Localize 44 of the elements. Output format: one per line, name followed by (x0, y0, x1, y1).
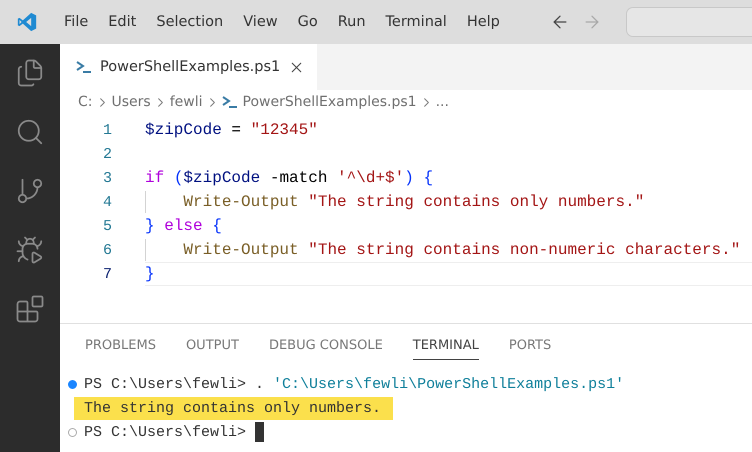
code-line: Write-Output "The string contains only numbers." (145, 190, 752, 214)
line-number: 7 (102, 266, 112, 282)
menu-item[interactable]: Edit (98, 8, 146, 36)
breadcrumb-item[interactable]: fewli (170, 94, 202, 110)
menu-item[interactable]: Run (328, 8, 376, 36)
breadcrumb-item[interactable]: PowerShellExamples.ps1 (222, 94, 417, 110)
branch-icon[interactable] (15, 176, 45, 206)
line-number: 6 (102, 242, 112, 258)
panel-tab[interactable]: DEBUG CONSOLE (268, 338, 383, 360)
line-number: 4 (102, 194, 112, 210)
menu-item[interactable]: Selection (146, 8, 234, 36)
menu-item[interactable]: Help (456, 8, 510, 36)
code-line: if ($zipCode -match '^\d+$') { (145, 168, 434, 189)
panel-tab[interactable]: OUTPUT (186, 338, 239, 360)
panel-tab[interactable]: PROBLEMS (85, 338, 156, 360)
terminal-prompt-icon (76, 60, 92, 74)
bug-play-icon[interactable] (15, 235, 45, 265)
breadcrumb-item[interactable]: Users (112, 94, 151, 110)
breadcrumb-item[interactable]: ... (436, 94, 449, 110)
menu-item[interactable]: View (233, 8, 288, 36)
files-icon[interactable] (15, 58, 45, 88)
breadcrumb-item[interactable]: C: (78, 94, 92, 110)
menu-item[interactable]: Terminal (376, 8, 457, 36)
terminal-line: PS C:\Users\fewli> . 'C:\Users\fewli\PowerShellExamples.ps1' (84, 376, 624, 392)
code-line: Write-Output "The string contains non-numeric characters." (145, 238, 752, 262)
panel-tab[interactable]: PORTS (508, 338, 552, 360)
line-number: 1 (102, 122, 112, 138)
search-field[interactable] (626, 7, 752, 37)
panel-tab[interactable]: TERMINAL (412, 338, 479, 360)
line-number: 2 (102, 146, 112, 162)
blocks-icon[interactable] (15, 294, 45, 324)
menu-item[interactable]: Go (288, 8, 328, 36)
code-line: } (145, 262, 752, 286)
code-line: $zipCode = "12345" (145, 120, 319, 141)
editor-tab[interactable]: PowerShellExamples.ps1 (60, 44, 318, 90)
terminal-line: PS C:\Users\fewli> (84, 424, 246, 440)
search-icon[interactable] (15, 117, 45, 147)
app-logo-icon (17, 12, 37, 32)
line-number: 3 (102, 170, 112, 186)
terminal-output: The string contains only numbers. (74, 396, 394, 420)
menu-item[interactable]: File (54, 8, 98, 36)
code-line: } else { (145, 216, 223, 237)
terminal-prompt-icon (222, 96, 238, 108)
line-number: 5 (102, 218, 112, 234)
